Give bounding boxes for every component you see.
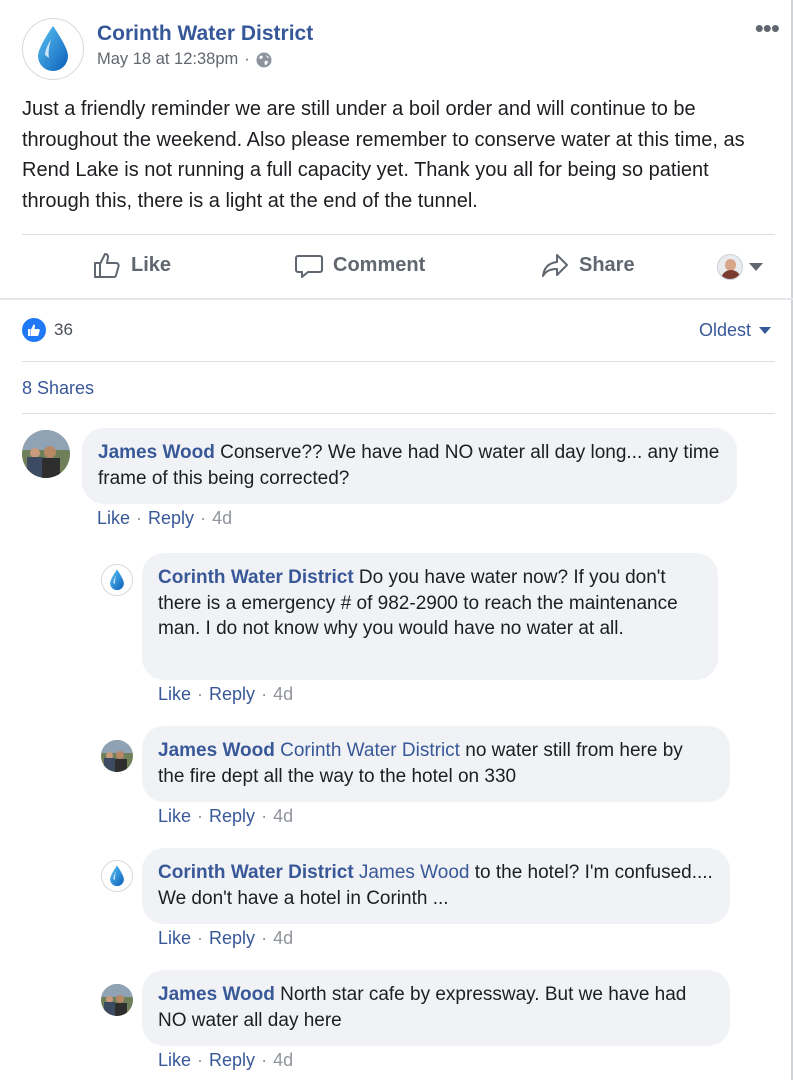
comment-like-link[interactable]: Like bbox=[97, 508, 130, 529]
separator: · bbox=[200, 508, 207, 528]
reply-reply-link[interactable]: Reply bbox=[209, 684, 255, 705]
post-as-selector[interactable] bbox=[717, 254, 763, 280]
reply-author[interactable]: Corinth Water District bbox=[158, 567, 354, 588]
reply-time[interactable]: 4d bbox=[273, 1050, 293, 1071]
reply-like-link[interactable]: Like bbox=[158, 806, 191, 827]
reactions-summary[interactable]: 36 bbox=[22, 318, 73, 342]
globe-icon[interactable] bbox=[256, 52, 272, 68]
reply-author[interactable]: James Wood bbox=[158, 984, 275, 1005]
reply-time[interactable]: 4d bbox=[273, 684, 293, 705]
reply-bubble: Corinth Water District Do you have water… bbox=[142, 553, 718, 680]
shares-count[interactable]: 8 Shares bbox=[22, 378, 94, 399]
comment-time[interactable]: 4d bbox=[212, 508, 232, 529]
reply-bubble: Corinth Water District James Wood to the… bbox=[142, 848, 730, 924]
reply-avatar[interactable] bbox=[101, 984, 133, 1016]
separator: · bbox=[261, 806, 268, 826]
reply-avatar[interactable] bbox=[101, 860, 133, 892]
section-separator bbox=[0, 298, 793, 300]
like-label: Like bbox=[131, 253, 172, 276]
divider-top bbox=[22, 234, 775, 235]
divider-reactions bbox=[22, 361, 775, 362]
separator: · bbox=[197, 806, 204, 826]
separator: · bbox=[261, 928, 268, 948]
comment-label: Comment bbox=[333, 253, 426, 276]
divider-shares bbox=[22, 413, 775, 414]
reply-bubble: James Wood Corinth Water District no wat… bbox=[142, 726, 730, 802]
reply-avatar[interactable] bbox=[101, 564, 133, 596]
share-label: Share bbox=[579, 253, 635, 276]
post-text: Just a friendly reminder we are still un… bbox=[22, 98, 745, 212]
reaction-count: 36 bbox=[54, 320, 73, 339]
post-header: Corinth Water District May 18 at 12:38pm… bbox=[22, 18, 313, 80]
separator: · bbox=[197, 1050, 204, 1070]
more-options-button[interactable]: ••• bbox=[755, 15, 780, 41]
separator: · bbox=[197, 928, 204, 948]
chevron-down-icon bbox=[759, 327, 771, 334]
comment-reply-link[interactable]: Reply bbox=[148, 508, 194, 529]
page-name[interactable]: Corinth Water District bbox=[97, 21, 313, 47]
post-timestamp[interactable]: May 18 at 12:38pm bbox=[97, 50, 238, 69]
sort-label: Oldest bbox=[698, 320, 751, 340]
comment-author[interactable]: James Wood bbox=[98, 442, 215, 463]
reply-author[interactable]: Corinth Water District bbox=[158, 862, 354, 883]
comment-button[interactable]: Comment bbox=[294, 250, 425, 280]
reply-bubble: James Wood North star cafe by expressway… bbox=[142, 970, 730, 1046]
reply-reply-link[interactable]: Reply bbox=[209, 928, 255, 949]
reply-actions: Like · Reply · 4d bbox=[158, 806, 293, 827]
meta-separator: · bbox=[244, 50, 250, 68]
post-action-bar: Like Comment Share bbox=[22, 240, 775, 292]
share-arrow-icon bbox=[542, 254, 568, 277]
separator: · bbox=[136, 508, 143, 528]
like-button[interactable]: Like bbox=[92, 250, 171, 280]
reply-like-link[interactable]: Like bbox=[158, 1050, 191, 1071]
water-drop-icon bbox=[38, 26, 68, 71]
reply-like-link[interactable]: Like bbox=[158, 684, 191, 705]
reply-actions: Like · Reply · 4d bbox=[158, 928, 293, 949]
water-drop-icon bbox=[110, 569, 124, 591]
reply-like-link[interactable]: Like bbox=[158, 928, 191, 949]
like-reaction-icon bbox=[22, 318, 46, 342]
reply-actions: Like · Reply · 4d bbox=[158, 1050, 293, 1071]
comment-icon bbox=[295, 255, 323, 278]
separator: · bbox=[197, 684, 204, 704]
reply-time[interactable]: 4d bbox=[273, 928, 293, 949]
user-avatar bbox=[717, 254, 743, 280]
reply-avatar[interactable] bbox=[101, 740, 133, 772]
comment-bubble: James Wood Conserve?? We have had NO wat… bbox=[82, 428, 737, 504]
reply-reply-link[interactable]: Reply bbox=[209, 806, 255, 827]
page-avatar[interactable] bbox=[22, 18, 84, 80]
separator: · bbox=[261, 1050, 268, 1070]
reply-author[interactable]: James Wood bbox=[158, 740, 275, 761]
reply-reply-link[interactable]: Reply bbox=[209, 1050, 255, 1071]
reply-mention[interactable]: James Wood bbox=[354, 862, 470, 883]
reply-mention[interactable]: Corinth Water District bbox=[275, 740, 460, 761]
water-drop-icon bbox=[110, 865, 124, 887]
comment-sort-dropdown[interactable]: Oldest bbox=[699, 320, 771, 341]
separator: · bbox=[261, 684, 268, 704]
chevron-down-icon bbox=[749, 263, 763, 271]
post-meta: May 18 at 12:38pm · bbox=[97, 50, 313, 69]
reply-actions: Like · Reply · 4d bbox=[158, 684, 293, 705]
commenter-avatar[interactable] bbox=[22, 430, 70, 478]
thumbs-up-icon bbox=[94, 253, 120, 278]
reply-time[interactable]: 4d bbox=[273, 806, 293, 827]
comment-actions: Like · Reply · 4d bbox=[97, 508, 232, 529]
share-button[interactable]: Share bbox=[540, 250, 635, 280]
